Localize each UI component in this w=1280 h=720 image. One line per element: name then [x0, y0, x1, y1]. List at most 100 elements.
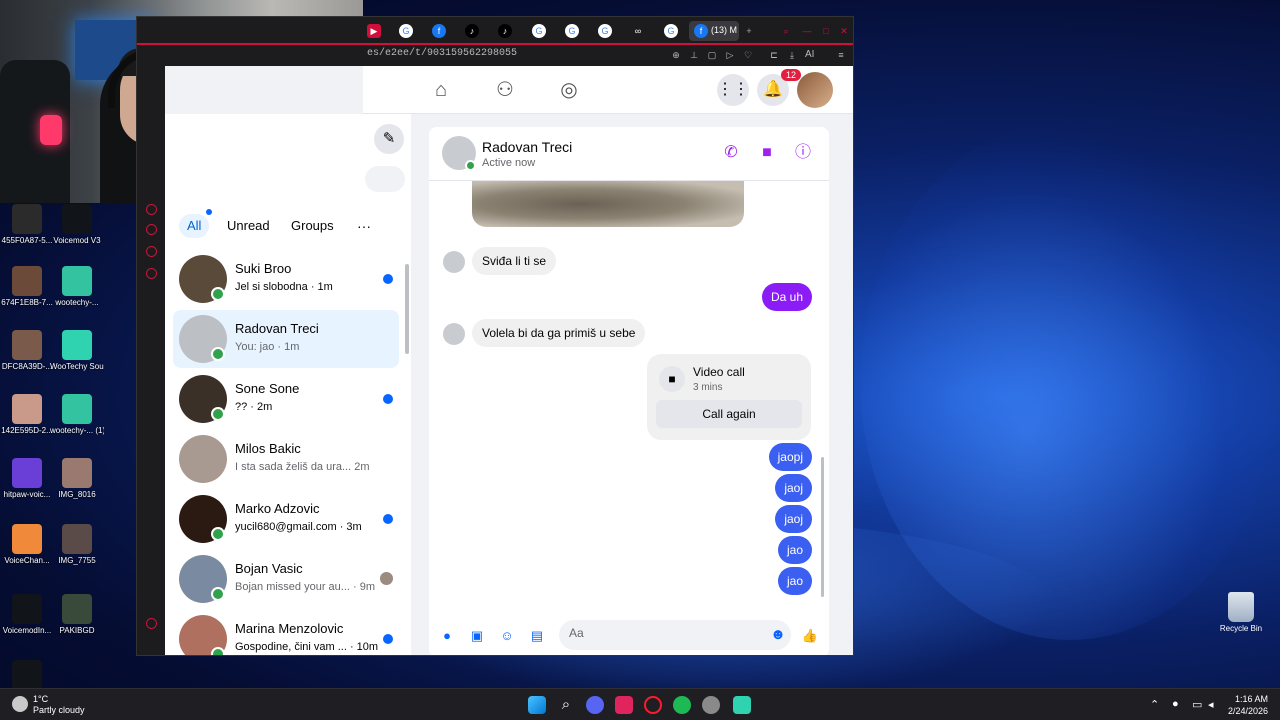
opera-icon[interactable] — [644, 696, 662, 714]
download-icon[interactable]: ⤓ — [785, 48, 799, 62]
active-tab[interactable]: f (13) M — [689, 21, 739, 41]
pin-icon[interactable]: ⊥ — [687, 48, 701, 62]
heart-icon[interactable]: ♡ — [741, 48, 755, 62]
message-input[interactable] — [569, 626, 749, 640]
online-indicator — [211, 347, 225, 361]
conversation-row[interactable]: Bojan Vasic Bojan missed your au... · 9m — [173, 550, 399, 608]
conversation-name: Suki Broo — [235, 261, 292, 276]
conversation-row[interactable]: Marko Adzovic yucil680@gmail.com · 3m — [173, 490, 399, 548]
menu-icon[interactable]: ≡ — [834, 48, 848, 62]
zoom-icon[interactable]: ⊕ — [669, 48, 683, 62]
info-icon[interactable]: ⓘ — [793, 143, 813, 163]
google-tab-icon[interactable]: G — [565, 24, 579, 38]
desktop-icon[interactable]: DFC8A39D-... — [0, 330, 54, 371]
address-bar[interactable]: es/e2ee/t/903159562298055 ⊕ ⊥ ▢ ▷ ♡ ⊏ ⤓ … — [137, 45, 853, 66]
desktop-icon[interactable]: PAKIBGD — [50, 594, 104, 635]
google-tab-icon[interactable]: G — [664, 24, 678, 38]
desktop-icon[interactable]: 142E595D-2... — [0, 394, 54, 435]
settings-icon[interactable] — [702, 696, 720, 714]
filter-unread[interactable]: Unread — [219, 214, 278, 238]
chevron-up-icon[interactable]: ⌃ — [1150, 698, 1159, 711]
call-again-button[interactable]: Call again — [656, 400, 802, 428]
groups-icon[interactable]: ◎ — [557, 78, 581, 102]
conversation-row[interactable]: Sone Sone ?? · 2m — [173, 370, 399, 428]
search-icon[interactable]: ⌕ — [779, 24, 793, 38]
tiktok-tab-icon[interactable]: ♪ — [465, 24, 479, 38]
desktop-icon-label: VoiceChan... — [4, 556, 50, 565]
spotify-icon[interactable] — [673, 696, 691, 714]
conversation-row[interactable]: Radovan Treci You: jao · 1m — [173, 310, 399, 368]
microphone-icon[interactable]: ● — [1172, 698, 1179, 710]
filter-all[interactable]: All — [179, 214, 210, 238]
wallet-icon[interactable]: ⊏ — [767, 48, 781, 62]
desktop-icon[interactable]: Voicemod V3 — [50, 204, 104, 245]
desktop-icon[interactable]: IMG_8016 — [50, 458, 104, 499]
microphone-icon[interactable]: ● — [438, 627, 456, 645]
recycle-bin[interactable]: Recycle Bin — [1214, 592, 1268, 633]
conversation-row[interactable]: Milos Bakic I sta sada želiš da ura... 2m — [173, 430, 399, 488]
volume-icon[interactable]: ◂ — [1208, 698, 1214, 711]
profile-avatar[interactable] — [797, 72, 833, 108]
sidebar-extensions-icon[interactable] — [146, 246, 157, 257]
conversation-row[interactable]: Suki Broo Jel si slobodna · 1m — [173, 250, 399, 308]
contact-name[interactable]: Radovan Treci — [482, 139, 572, 155]
friends-icon[interactable]: ⚇ — [493, 78, 517, 102]
close-icon[interactable]: ✕ — [837, 24, 851, 38]
new-tab-icon[interactable]: + — [742, 24, 756, 38]
message-out: jaoj — [775, 474, 812, 502]
google-tab-icon[interactable]: G — [532, 24, 546, 38]
discord-icon[interactable] — [586, 696, 604, 714]
google-tab-icon[interactable]: G — [598, 24, 612, 38]
search-input[interactable] — [365, 166, 405, 192]
tiktok-tab-icon[interactable]: ♪ — [498, 24, 512, 38]
image-icon[interactable]: ▣ — [468, 627, 486, 645]
play-icon[interactable]: ▷ — [723, 48, 737, 62]
home-icon[interactable]: ⌂ — [429, 78, 453, 102]
desktop-icon[interactable]: VoicemodIn... — [0, 594, 54, 635]
minimize-icon[interactable]: — — [800, 24, 814, 38]
chat-list-scrollbar[interactable] — [405, 264, 409, 354]
phone-icon[interactable]: ✆ — [721, 143, 741, 163]
conversation-row[interactable]: Marina Menzolovic Gospodine, čini vam ...… — [173, 610, 399, 655]
menu-grid-icon[interactable]: ⋮⋮ — [717, 74, 749, 106]
desktop-icon[interactable]: wootechy-... — [50, 266, 104, 307]
conversation-scrollbar[interactable] — [821, 457, 824, 597]
more-options-icon[interactable]: ··· — [357, 214, 371, 238]
sidebar-history-icon[interactable] — [146, 224, 157, 235]
filter-groups[interactable]: Groups — [283, 214, 342, 238]
google-tab-icon[interactable]: G — [399, 24, 413, 38]
screenshot-icon[interactable]: ▢ — [705, 48, 719, 62]
sidebar-more-icon[interactable] — [146, 618, 157, 629]
desktop-icon[interactable]: 455F0A87-5... — [0, 204, 54, 245]
sidebar-clock-icon[interactable] — [146, 204, 157, 215]
message-out: jao — [777, 536, 812, 564]
compose-icon[interactable]: ✎ — [374, 124, 404, 154]
desktop-icon[interactable]: VoiceChan... — [0, 524, 54, 565]
sidebar-settings-icon[interactable] — [146, 268, 157, 279]
desktop-icon[interactable]: hitpaw-voic... — [0, 458, 54, 499]
desktop-icon[interactable]: WooTechy SoundBot — [50, 330, 104, 371]
thumbs-up-icon[interactable]: 👍 — [801, 627, 819, 645]
url-text[interactable]: es/e2ee/t/903159562298055 — [367, 48, 517, 59]
desktop-icon-image — [12, 594, 42, 624]
ai-button[interactable]: AI — [805, 49, 814, 60]
network-icon[interactable]: ▭ — [1192, 698, 1202, 711]
desktop-icon[interactable]: 674F1E8B-7... — [0, 266, 54, 307]
emoji-icon[interactable]: ☻ — [769, 626, 787, 644]
clock[interactable]: 1:16 AM 2/24/2026 — [1222, 693, 1268, 717]
search-icon[interactable]: ⌕ — [557, 696, 575, 714]
youtube-tab-icon[interactable]: ▶ — [367, 24, 381, 38]
link-tab-icon[interactable]: ∞ — [631, 24, 645, 38]
gif-icon[interactable]: ▤ — [528, 627, 546, 645]
sticker-icon[interactable]: ☺ — [498, 627, 516, 645]
tiktok-icon[interactable] — [615, 696, 633, 714]
maximize-icon[interactable]: □ — [819, 24, 833, 38]
desktop-icon[interactable]: IMG_7755 — [50, 524, 104, 565]
desktop-icon[interactable]: wootechy-... (1) — [50, 394, 104, 435]
video-camera-icon[interactable]: ■ — [757, 143, 777, 163]
photo-message[interactable] — [472, 181, 744, 227]
soundbot-icon[interactable] — [733, 696, 751, 714]
facebook-tab-icon[interactable]: f — [432, 24, 446, 38]
start-icon[interactable] — [528, 696, 546, 714]
unread-dot — [383, 274, 393, 284]
